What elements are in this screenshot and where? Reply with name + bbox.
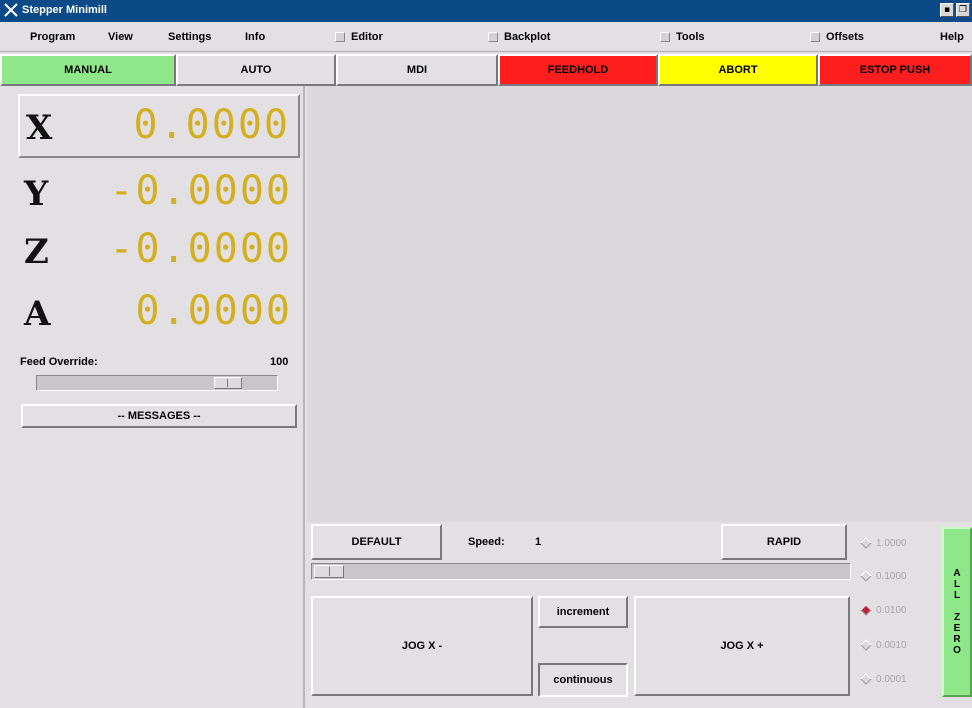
messages-button-label: -- MESSAGES --	[117, 410, 201, 422]
checkbox-icon	[810, 32, 820, 42]
jog-plus-label: JOG X +	[720, 640, 764, 652]
minimize-icon[interactable]: ▪	[940, 3, 954, 17]
manual-button[interactable]: MANUAL	[0, 54, 176, 86]
tools-toggle-label: Tools	[676, 31, 705, 43]
axis-row-a[interactable]: A 0.0000	[18, 282, 300, 346]
menu-view[interactable]: View	[108, 31, 133, 43]
maximize-icon[interactable]: ❐	[956, 3, 970, 17]
increment-option-1[interactable]: 1.0000	[858, 528, 940, 558]
radio-selected-icon	[860, 604, 872, 616]
jog-minus-button[interactable]: JOG X -	[311, 596, 533, 696]
mdi-button-label: MDI	[406, 64, 428, 76]
slider-handle[interactable]	[213, 377, 242, 389]
increment-option-4[interactable]: 0.0010	[858, 630, 940, 660]
increment-option-label: 1.0000	[876, 537, 907, 549]
menu-help[interactable]: Help	[940, 31, 964, 43]
increment-option-5[interactable]: 0.0001	[858, 664, 940, 694]
radio-icon	[860, 673, 872, 685]
increment-option-2[interactable]: 0.1000	[858, 561, 940, 591]
speed-value: 1	[535, 536, 542, 548]
feedhold-button-label: FEEDHOLD	[547, 64, 609, 76]
estop-button-label: ESTOP PUSH	[859, 64, 931, 76]
menu-info[interactable]: Info	[245, 31, 265, 43]
mdi-button[interactable]: MDI	[336, 54, 498, 86]
rapid-button[interactable]: RAPID	[721, 524, 847, 560]
axis-value: 0.0000	[135, 288, 292, 334]
axis-value: 0.0000	[133, 102, 290, 148]
all-zero-letter: L	[953, 579, 961, 590]
axis-letter: Z	[24, 232, 49, 272]
auto-button-label: AUTO	[240, 64, 272, 76]
rapid-button-label: RAPID	[766, 536, 802, 548]
axis-row-z[interactable]: Z -0.0000	[18, 220, 300, 284]
radio-icon	[860, 570, 872, 582]
default-button[interactable]: DEFAULT	[311, 524, 442, 560]
axis-letter: A	[24, 294, 51, 334]
increment-option-label: 0.0010	[876, 639, 907, 651]
title-bar: Stepper Minimill ▪ ❐	[0, 0, 972, 22]
backplot-toggle-label: Backplot	[504, 31, 551, 43]
manual-button-label: MANUAL	[64, 64, 112, 76]
menu-bar: Program View Settings Info Editor Backpl…	[0, 22, 972, 52]
all-zero-button[interactable]: A L L Z E R O	[942, 527, 972, 697]
feedhold-button[interactable]: FEEDHOLD	[498, 54, 658, 86]
menu-program[interactable]: Program	[30, 31, 75, 43]
x-logo-icon	[4, 3, 18, 17]
axis-letter: X	[26, 108, 53, 148]
axis-value: -0.0000	[109, 168, 292, 214]
radio-icon	[860, 639, 872, 651]
auto-button[interactable]: AUTO	[176, 54, 336, 86]
all-zero-letter: A	[953, 568, 961, 579]
abort-button[interactable]: ABORT	[658, 54, 818, 86]
increment-option-label: 0.0001	[876, 673, 907, 685]
checkbox-icon	[488, 32, 498, 42]
feed-override-value: 100	[270, 356, 289, 368]
speed-label: Speed:	[468, 536, 505, 548]
continuous-button-label: continuous	[553, 674, 613, 686]
increment-option-3[interactable]: 0.0100	[858, 595, 940, 625]
mode-bar: MANUAL AUTO MDI FEEDHOLD ABORT ESTOP PUS…	[0, 54, 972, 86]
jog-minus-label: JOG X -	[401, 640, 443, 652]
position-panel: X 0.0000 Y -0.0000 Z -0.0000 A 0.0000	[0, 86, 305, 708]
menu-settings[interactable]: Settings	[168, 31, 211, 43]
jog-speed-slider[interactable]	[311, 563, 851, 580]
offsets-toggle[interactable]: Offsets	[810, 31, 864, 43]
editor-toggle[interactable]: Editor	[335, 31, 383, 43]
axis-row-x[interactable]: X 0.0000	[18, 94, 300, 158]
window-title: Stepper Minimill	[22, 4, 107, 16]
estop-button[interactable]: ESTOP PUSH	[818, 54, 972, 86]
axis-letter: Y	[24, 174, 49, 214]
feed-override-label: Feed Override:	[20, 356, 98, 368]
continuous-button[interactable]: continuous	[538, 663, 628, 697]
offsets-toggle-label: Offsets	[826, 31, 864, 43]
increment-option-label: 0.0100	[876, 604, 907, 616]
all-zero-letter: E	[953, 623, 961, 634]
all-zero-letter: O	[953, 645, 961, 656]
increment-button-label: increment	[556, 606, 610, 618]
messages-button[interactable]: -- MESSAGES --	[21, 404, 297, 428]
default-button-label: DEFAULT	[351, 536, 402, 548]
display-area	[307, 86, 972, 522]
tools-toggle[interactable]: Tools	[660, 31, 705, 43]
feed-override-slider[interactable]	[36, 375, 278, 391]
jog-plus-button[interactable]: JOG X +	[634, 596, 850, 696]
axis-row-y[interactable]: Y -0.0000	[18, 162, 300, 226]
backplot-toggle[interactable]: Backplot	[488, 31, 550, 43]
all-zero-letter: Z	[953, 612, 961, 623]
radio-icon	[860, 537, 872, 549]
increment-button[interactable]: increment	[538, 596, 628, 628]
abort-button-label: ABORT	[718, 64, 758, 76]
editor-toggle-label: Editor	[351, 31, 383, 43]
slider-handle[interactable]	[314, 565, 344, 578]
axis-value: -0.0000	[109, 226, 292, 272]
checkbox-icon	[660, 32, 670, 42]
all-zero-letter: R	[953, 634, 961, 645]
all-zero-letter: L	[953, 590, 961, 601]
increment-option-label: 0.1000	[876, 570, 907, 582]
checkbox-icon	[335, 32, 345, 42]
